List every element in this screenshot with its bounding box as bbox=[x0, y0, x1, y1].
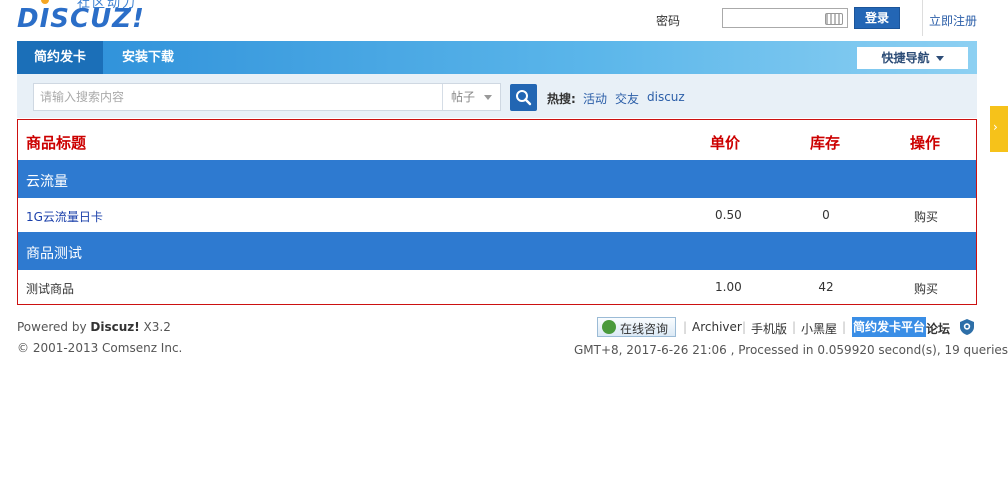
buy-button[interactable]: 购买 bbox=[914, 280, 938, 297]
product-table: 商品标题 单价 库存 操作 云流量 1G云流量日卡 0.50 0 购买 商品测试… bbox=[17, 119, 977, 305]
search-input[interactable] bbox=[34, 84, 442, 110]
category-row: 商品测试 bbox=[18, 232, 976, 270]
table-row: 测试商品 1.00 42 购买 bbox=[18, 270, 976, 304]
product-name-link[interactable]: 1G云流量日卡 bbox=[26, 208, 103, 225]
column-header-price: 单价 bbox=[710, 134, 741, 152]
password-label: 密码 bbox=[656, 14, 681, 28]
footer-link-platform[interactable]: 简约发卡平台 bbox=[852, 317, 927, 337]
online-consult-label: 在线咨询 bbox=[620, 322, 669, 336]
quick-nav-dropdown[interactable]: 快捷导航 bbox=[857, 47, 968, 69]
powered-version: X3.2 bbox=[139, 320, 171, 334]
product-name-link[interactable]: 测试商品 bbox=[26, 280, 74, 297]
footer-link-mobile[interactable]: 手机版 bbox=[751, 320, 787, 337]
column-header-stock: 库存 bbox=[810, 134, 841, 152]
site-logo[interactable]: 社区动力 DISCUZ! bbox=[17, 0, 147, 36]
column-header-title: 商品标题 bbox=[26, 134, 87, 152]
main-nav: 简约发卡 安装下载 快捷导航 bbox=[17, 41, 977, 74]
footer-link-blacklist[interactable]: 小黑屋 bbox=[801, 320, 837, 337]
chevron-right-icon: › bbox=[993, 120, 998, 134]
register-link[interactable]: 立即注册 bbox=[929, 12, 977, 29]
footer-link-forum[interactable]: 论坛 bbox=[926, 320, 950, 337]
category-row: 云流量 bbox=[18, 160, 976, 198]
powered-by: Powered by Discuz! X3.2 bbox=[17, 320, 171, 334]
product-stock: 42 bbox=[818, 280, 834, 294]
server-stats: GMT+8, 2017-6-26 21:06 , Processed in 0.… bbox=[574, 343, 1008, 357]
buy-button[interactable]: 购买 bbox=[914, 208, 938, 225]
search-type-value: 帖子 bbox=[451, 90, 476, 104]
quick-nav-label: 快捷导航 bbox=[881, 51, 930, 65]
product-price: 1.00 bbox=[715, 280, 742, 294]
chevron-down-icon bbox=[484, 95, 492, 100]
login-button[interactable]: 登录 bbox=[854, 7, 900, 29]
keyboard-icon[interactable] bbox=[825, 13, 843, 25]
footer-separator: | bbox=[792, 320, 797, 334]
chat-icon bbox=[602, 320, 616, 334]
search-box: 帖子 bbox=[33, 83, 501, 111]
powered-prefix: Powered by bbox=[17, 320, 91, 334]
category-name: 商品测试 bbox=[26, 246, 82, 262]
column-header-action: 操作 bbox=[910, 134, 941, 152]
footer-separator: | bbox=[683, 320, 688, 334]
chevron-down-icon bbox=[935, 56, 944, 61]
shield-icon[interactable] bbox=[958, 318, 976, 336]
hot-search-link[interactable]: 交友 bbox=[615, 90, 639, 107]
search-button[interactable] bbox=[510, 84, 537, 111]
product-stock: 0 bbox=[822, 208, 830, 222]
table-row: 1G云流量日卡 0.50 0 购买 bbox=[18, 198, 976, 232]
copyright: © 2001-2013 Comsenz Inc. bbox=[17, 341, 183, 355]
nav-item-simple-card[interactable]: 简约发卡 bbox=[17, 41, 103, 74]
logo-text: DISCUZ! bbox=[17, 4, 145, 34]
password-input[interactable] bbox=[722, 8, 848, 28]
search-bar: 帖子 热搜: 活动 交友 discuz bbox=[17, 74, 977, 118]
footer-separator: | bbox=[742, 320, 747, 334]
powered-brand-link[interactable]: Discuz! bbox=[90, 320, 139, 334]
search-type-select[interactable]: 帖子 bbox=[442, 84, 500, 110]
footer-link-archiver[interactable]: Archiver bbox=[692, 320, 742, 334]
nav-item-install-download[interactable]: 安装下载 bbox=[105, 41, 191, 74]
header-divider bbox=[922, 0, 923, 36]
product-price: 0.50 bbox=[715, 208, 742, 222]
footer-separator: | bbox=[842, 320, 847, 334]
hot-search-label: 热搜: bbox=[547, 92, 576, 106]
search-icon bbox=[516, 90, 532, 106]
online-consult-button[interactable]: 在线咨询 bbox=[597, 317, 676, 337]
hot-search-link[interactable]: discuz bbox=[647, 90, 685, 104]
side-float-tab[interactable]: › bbox=[990, 106, 1008, 152]
category-name: 云流量 bbox=[26, 174, 68, 190]
hot-search-link[interactable]: 活动 bbox=[583, 90, 607, 107]
